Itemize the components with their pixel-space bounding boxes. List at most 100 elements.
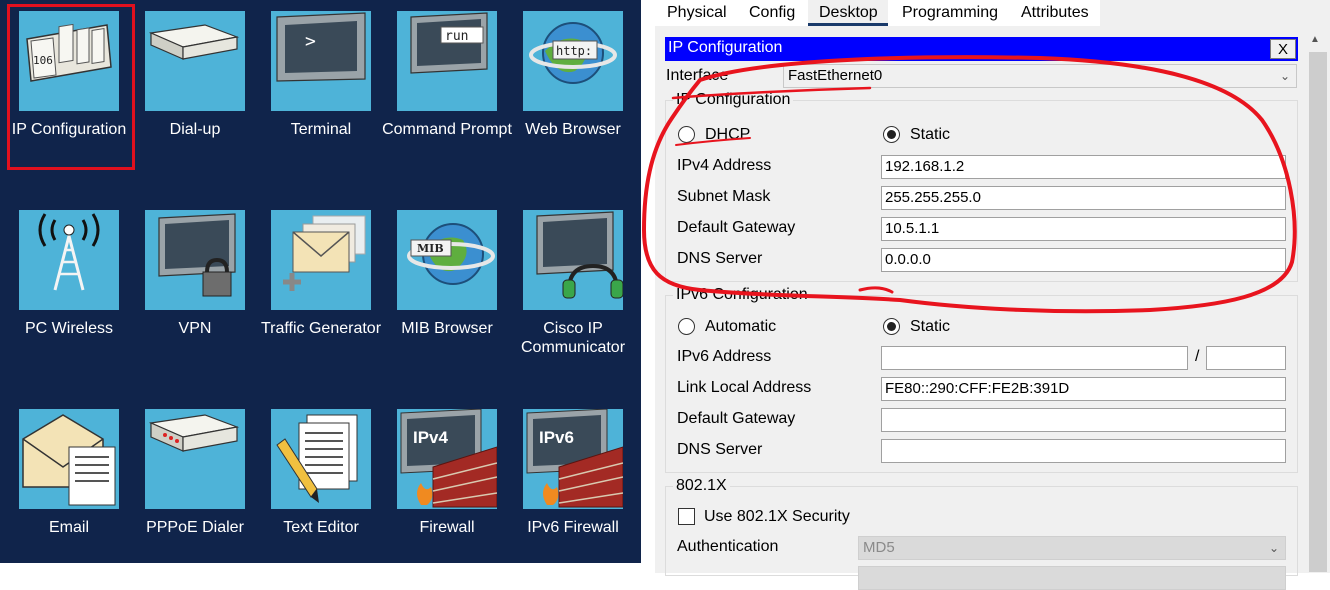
tab-physical[interactable]: Physical xyxy=(667,0,727,26)
app-mib-browser[interactable]: MIB MIB Browser xyxy=(384,199,510,389)
mib-glyph: MIB xyxy=(417,242,444,255)
app-label: Terminal xyxy=(290,121,352,138)
app-label: Command Prompt xyxy=(382,121,512,138)
ipv6-prefix-field[interactable] xyxy=(1206,346,1286,370)
pppoe-modem-icon xyxy=(145,409,245,509)
app-label: MIB Browser xyxy=(401,320,493,337)
app-email[interactable]: Email xyxy=(6,398,132,588)
ip-configuration-icon: 106 xyxy=(19,11,119,111)
app-pc-wireless[interactable]: PC Wireless xyxy=(6,199,132,389)
tab-attributes[interactable]: Attributes xyxy=(1021,0,1089,26)
traffic-generator-icon xyxy=(271,210,371,310)
app-label: PPPoE Dialer xyxy=(146,519,244,536)
app-vpn[interactable]: VPN xyxy=(132,199,258,389)
prefix-slash: / xyxy=(1195,348,1200,365)
desktop-panel-bottom xyxy=(0,563,641,573)
ip-config-icon-text: 106 xyxy=(33,54,53,67)
username-field[interactable] xyxy=(858,566,1286,590)
modem-icon xyxy=(145,11,245,111)
email-icon xyxy=(19,409,119,509)
app-traffic-generator[interactable]: Traffic Generator xyxy=(258,199,384,389)
app-text-editor[interactable]: Text Editor xyxy=(258,398,384,588)
ipv4-glyph: IPv4 xyxy=(413,428,449,447)
dot1x-group xyxy=(665,486,1298,576)
app-label: VPN xyxy=(178,320,212,337)
ipv6-gateway-label: Default Gateway xyxy=(677,410,796,427)
mib-browser-icon: MIB xyxy=(397,210,497,310)
app-label: Firewall xyxy=(419,519,475,536)
app-dial-up[interactable]: Dial-up xyxy=(132,0,258,190)
tab-desktop[interactable]: Desktop xyxy=(808,0,888,26)
vpn-lock-icon xyxy=(145,210,245,310)
app-label: IP Configuration xyxy=(11,121,127,138)
static-label-ipv6: Static xyxy=(910,318,951,335)
automatic-radio[interactable] xyxy=(678,318,695,335)
firewall-icon: IPv4 xyxy=(397,409,497,509)
ipv6-group-title: IPv6 Configuration xyxy=(673,286,811,304)
ipv6-gateway-field[interactable] xyxy=(881,408,1286,432)
app-ipv6-firewall[interactable]: IPv6 IPv6 Firewall xyxy=(510,398,636,588)
interface-select[interactable]: FastEthernet0 ⌄ xyxy=(783,64,1297,88)
app-pppoe-dialer[interactable]: PPPoE Dialer xyxy=(132,398,258,588)
ipv4-dns-field[interactable]: 0.0.0.0 xyxy=(881,248,1286,272)
static-label-ipv4: Static xyxy=(910,126,951,143)
ipv6-dns-field[interactable] xyxy=(881,439,1286,463)
terminal-icon: > xyxy=(271,11,371,111)
app-label: Traffic Generator xyxy=(260,320,382,337)
tab-config[interactable]: Config xyxy=(749,0,795,26)
tab-bar: Physical Config Desktop Programming Attr… xyxy=(655,0,1100,26)
command-prompt-icon: run xyxy=(397,11,497,111)
app-terminal[interactable]: > Terminal xyxy=(258,0,384,190)
authentication-value: MD5 xyxy=(863,539,895,556)
dhcp-radio[interactable] xyxy=(678,126,695,143)
ipv4-dns-label: DNS Server xyxy=(677,250,763,267)
app-label: Email xyxy=(48,519,89,536)
window-title: IP Configuration xyxy=(668,39,783,56)
authentication-select[interactable]: MD5 ⌄ xyxy=(858,536,1286,560)
http-glyph: http: xyxy=(556,44,592,58)
app-label: IPv6 Firewall xyxy=(527,519,619,536)
link-local-label: Link Local Address xyxy=(677,379,812,396)
ipv4-group-title: IP Configuration xyxy=(673,91,794,109)
chevron-down-icon: ⌄ xyxy=(1279,69,1290,83)
terminal-prompt-glyph: > xyxy=(305,31,316,52)
automatic-label: Automatic xyxy=(705,318,777,335)
ipv4-address-field[interactable]: 192.168.1.2 xyxy=(881,155,1286,179)
app-label: PC Wireless xyxy=(24,320,113,337)
interface-label: Interface xyxy=(666,67,729,84)
panel-separator xyxy=(641,0,655,573)
dot1x-group-title: 802.1X xyxy=(673,477,730,495)
run-glyph: run xyxy=(445,29,468,44)
static-radio-ipv4[interactable] xyxy=(883,126,900,143)
text-editor-icon xyxy=(271,409,371,509)
headset-monitor-icon xyxy=(523,210,623,310)
web-browser-icon: http: xyxy=(523,11,623,111)
app-firewall[interactable]: IPv4 Firewall xyxy=(384,398,510,588)
ipv4-gateway-label: Default Gateway xyxy=(677,219,796,236)
app-label: Web Browser xyxy=(525,121,621,138)
subnet-mask-field[interactable]: 255.255.255.0 xyxy=(881,186,1286,210)
app-web-browser[interactable]: http: Web Browser xyxy=(510,0,636,190)
close-button[interactable]: X xyxy=(1270,39,1296,59)
app-command-prompt[interactable]: run Command Prompt xyxy=(382,0,512,190)
chevron-down-icon: ⌄ xyxy=(1268,541,1279,555)
interface-value: FastEthernet0 xyxy=(788,67,883,84)
desktop-app-panel: 106 IP Configuration Dial-up > Terminal xyxy=(0,0,641,563)
scroll-up-arrow-icon[interactable]: ▲ xyxy=(1310,34,1320,45)
scrollbar-thumb[interactable] xyxy=(1309,52,1327,572)
ipv6-dns-label: DNS Server xyxy=(677,441,763,458)
ipv6-firewall-icon: IPv6 xyxy=(523,409,623,509)
static-radio-ipv6[interactable] xyxy=(883,318,900,335)
app-ip-configuration[interactable]: 106 IP Configuration xyxy=(6,0,132,190)
ipv4-address-label: IPv4 Address xyxy=(677,157,772,174)
app-label: Cisco IP Communicator xyxy=(520,320,626,356)
use-8021x-checkbox[interactable] xyxy=(678,508,695,525)
app-cisco-ip-communicator[interactable]: Cisco IP Communicator xyxy=(510,199,636,389)
ipv4-gateway-field[interactable]: 10.5.1.1 xyxy=(881,217,1286,241)
ipv6-address-field[interactable] xyxy=(881,346,1188,370)
ipv6-address-label: IPv6 Address xyxy=(677,348,772,365)
link-local-field[interactable]: FE80::290:CFF:FE2B:391D xyxy=(881,377,1286,401)
use-8021x-label: Use 802.1X Security xyxy=(704,508,850,525)
tab-programming[interactable]: Programming xyxy=(902,0,998,26)
app-label: Text Editor xyxy=(283,519,359,536)
